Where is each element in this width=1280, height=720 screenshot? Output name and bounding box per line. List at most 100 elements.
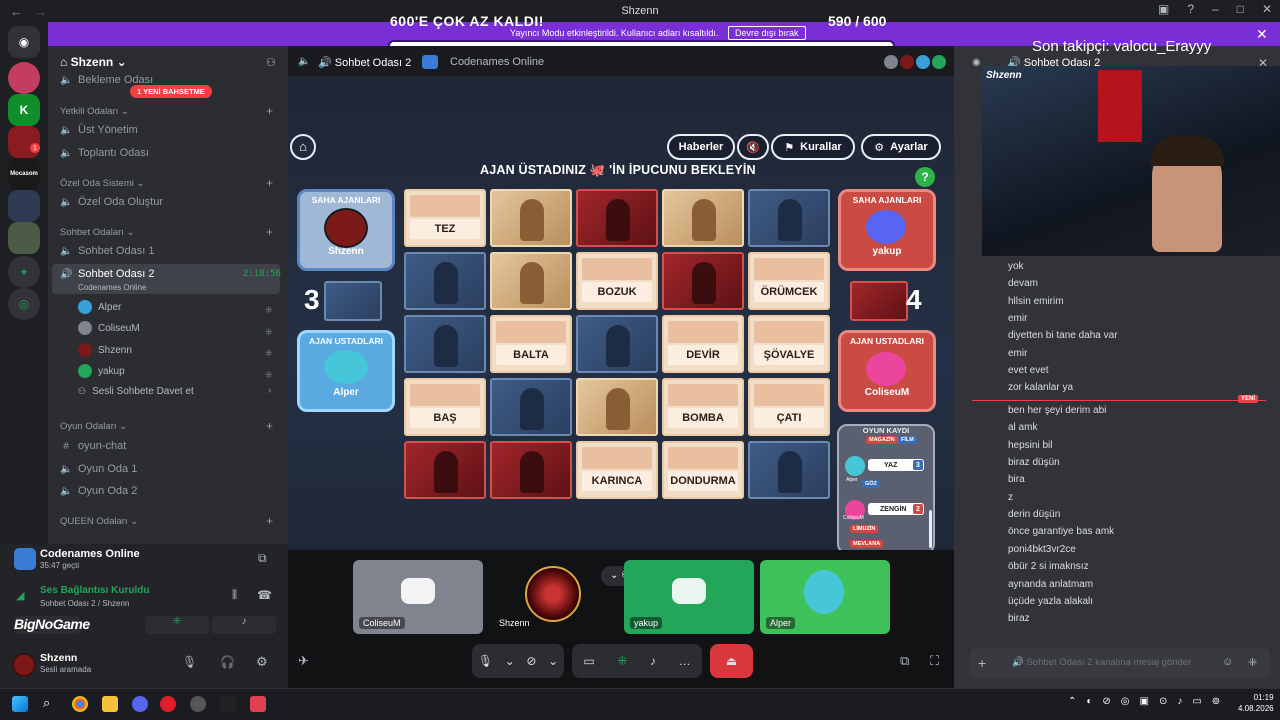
more-options-icon[interactable]: …	[679, 654, 691, 668]
file-explorer-icon[interactable]	[102, 696, 118, 712]
word-card[interactable]: ŞÖVALYE	[748, 315, 830, 373]
revealed-beige-card[interactable]	[490, 189, 572, 247]
word-card[interactable]: KARINCA	[576, 441, 658, 499]
steam-icon[interactable]	[190, 696, 206, 712]
revealed-beige-card[interactable]	[576, 378, 658, 436]
noise-suppression-icon[interactable]: ⫼	[232, 589, 237, 602]
rocket-activity-icon[interactable]: ✈	[298, 653, 309, 669]
add-member-icon[interactable]: ⚇	[266, 56, 276, 69]
revealed-red-card[interactable]	[490, 441, 572, 499]
revealed-beige-card[interactable]	[490, 252, 572, 310]
revealed-beige-card[interactable]	[662, 189, 744, 247]
popout-icon[interactable]: ⧉	[900, 653, 909, 669]
participant-tile-coliseum[interactable]: ColiseuM	[353, 560, 483, 634]
home-icon[interactable]: ⌂	[290, 134, 316, 160]
server-name[interactable]: ⌂ Shzenn ⌄	[60, 55, 127, 69]
add-attachment-icon[interactable]: +	[978, 655, 986, 671]
participant-tile-alper[interactable]: Alper	[760, 560, 890, 634]
channel-ust-yonetim[interactable]: 🔈 Üst Yönetim	[60, 124, 138, 136]
chevron-down-icon[interactable]: ⌄	[505, 654, 515, 668]
add-channel-icon[interactable]: +	[266, 176, 273, 190]
camera-off-icon[interactable]: ⊘	[526, 654, 536, 668]
server-icon-5[interactable]	[8, 190, 40, 222]
add-channel-icon[interactable]: +	[266, 104, 273, 118]
add-channel-icon[interactable]: +	[266, 419, 273, 433]
channel-create-private[interactable]: 🔈 Özel Oda Oluştur	[60, 196, 163, 208]
game-log-scrollbar[interactable]	[929, 510, 932, 548]
channel-oyun-1[interactable]: 🔈 Oyun Oda 1	[60, 463, 137, 475]
word-card[interactable]: DONDURMA	[662, 441, 744, 499]
category-staff[interactable]: Yetkili Odaları ⌄	[60, 106, 129, 117]
taskbar-clock[interactable]: 01:19 4.08.2026	[1238, 692, 1274, 714]
voice-connection-status[interactable]: Ses Bağlantısı Kuruldu	[40, 585, 149, 596]
mute-icon[interactable]: 🔇	[737, 134, 769, 160]
minimize-icon[interactable]: –	[1212, 2, 1219, 16]
word-card[interactable]: ÖRÜMCEK	[748, 252, 830, 310]
channel-oyun-chat[interactable]: # oyun-chat	[60, 440, 126, 452]
channel-sohbet-2[interactable]: 🔊 Sohbet Odası 2	[60, 268, 154, 280]
screen-share-icon[interactable]: ▭	[583, 654, 594, 668]
word-card[interactable]: BOMBA	[662, 378, 744, 436]
system-tray-icons[interactable]: ⌃◐⊘◎▣⊙♪▭⊚	[1068, 696, 1230, 707]
rules-button[interactable]: ⚑ Kurallar	[771, 134, 855, 160]
word-card[interactable]: ÇATI	[748, 378, 830, 436]
add-channel-icon[interactable]: +	[266, 514, 273, 528]
disable-streamer-mode-button[interactable]: Devre dışı bırak	[728, 26, 806, 40]
disconnect-icon[interactable]: ☎	[257, 588, 272, 602]
opera-gx-icon[interactable]	[160, 696, 176, 712]
maximize-icon[interactable]: □	[1237, 2, 1244, 16]
discover-icon[interactable]: ◎	[8, 288, 40, 320]
settings-button[interactable]: ⚙ Ayarlar	[861, 134, 941, 160]
revealed-blue-card[interactable]	[404, 252, 486, 310]
discord-taskbar-icon[interactable]	[132, 696, 148, 712]
direct-messages-icon[interactable]: ◉	[8, 26, 40, 58]
word-card[interactable]: TEZ	[404, 189, 486, 247]
user-avatar[interactable]	[12, 653, 36, 677]
close-window-icon[interactable]: ✕	[1262, 2, 1272, 16]
microphone-icon[interactable]: 🎙	[182, 655, 197, 669]
voice-member-yakup[interactable]: yakup	[78, 364, 125, 378]
channel-sohbet-1[interactable]: 🔈 Sohbet Odası 1	[60, 245, 154, 257]
participant-avatars[interactable]	[884, 55, 946, 69]
shzenn-server-icon[interactable]	[8, 126, 40, 158]
category-queen[interactable]: QUEEN Odaları ⌄	[60, 516, 138, 527]
participant-tile-shzenn[interactable]: Shzenn	[489, 560, 619, 634]
voice-member-shzenn[interactable]: Shzenn	[78, 343, 132, 357]
apps-icon[interactable]: ⁜	[1248, 656, 1257, 669]
capcut-icon[interactable]	[220, 696, 236, 712]
new-mention-badge[interactable]: 1 YENİ BAHSETME	[130, 85, 212, 98]
add-channel-icon[interactable]: +	[266, 225, 273, 239]
voice-member-coliseum[interactable]: ColiseuM	[78, 321, 140, 335]
chrome-icon[interactable]	[72, 696, 88, 712]
activities-button[interactable]: ⁜	[145, 616, 209, 634]
banner-close-icon[interactable]: ✕	[1256, 26, 1268, 43]
obs-icon[interactable]	[250, 696, 266, 712]
category-private[interactable]: Özel Oda Sistemi ⌄	[60, 178, 145, 189]
word-card[interactable]: BOZUK	[576, 252, 658, 310]
chevron-down-icon[interactable]: ⌄	[548, 654, 558, 668]
help-icon[interactable]: ?	[1187, 2, 1194, 16]
help-question-icon[interactable]: ?	[915, 167, 935, 187]
revealed-blue-card[interactable]	[490, 378, 572, 436]
fullscreen-icon[interactable]: ⛶	[930, 653, 939, 669]
revealed-blue-card[interactable]	[748, 189, 830, 247]
soundboard-icon[interactable]: ♪	[650, 654, 656, 668]
word-card[interactable]: BAŞ	[404, 378, 486, 436]
activities-icon[interactable]: ⁜	[617, 654, 627, 668]
settings-gear-icon[interactable]: ⚙	[256, 654, 268, 670]
channel-oyun-2[interactable]: 🔈 Oyun Oda 2	[60, 485, 137, 497]
leave-call-button[interactable]: ⏏	[710, 644, 753, 678]
revealed-blue-card[interactable]	[404, 315, 486, 373]
word-card[interactable]: DEVİR	[662, 315, 744, 373]
headphones-icon[interactable]: 🎧	[220, 655, 235, 669]
search-icon[interactable]: ⌕	[43, 695, 50, 711]
voice-member-alper[interactable]: Alper	[78, 300, 121, 314]
add-server-icon[interactable]: +	[8, 256, 40, 288]
revealed-red-card[interactable]	[404, 441, 486, 499]
category-game[interactable]: Oyun Odaları ⌄	[60, 421, 127, 432]
windows-start-icon[interactable]	[12, 696, 28, 712]
soundboard-button[interactable]: ♪	[212, 616, 276, 634]
emoji-icon[interactable]: ☺	[1222, 656, 1233, 668]
activity-popout-icon[interactable]: ⧉	[258, 551, 267, 566]
news-button[interactable]: Haberler	[667, 134, 735, 160]
